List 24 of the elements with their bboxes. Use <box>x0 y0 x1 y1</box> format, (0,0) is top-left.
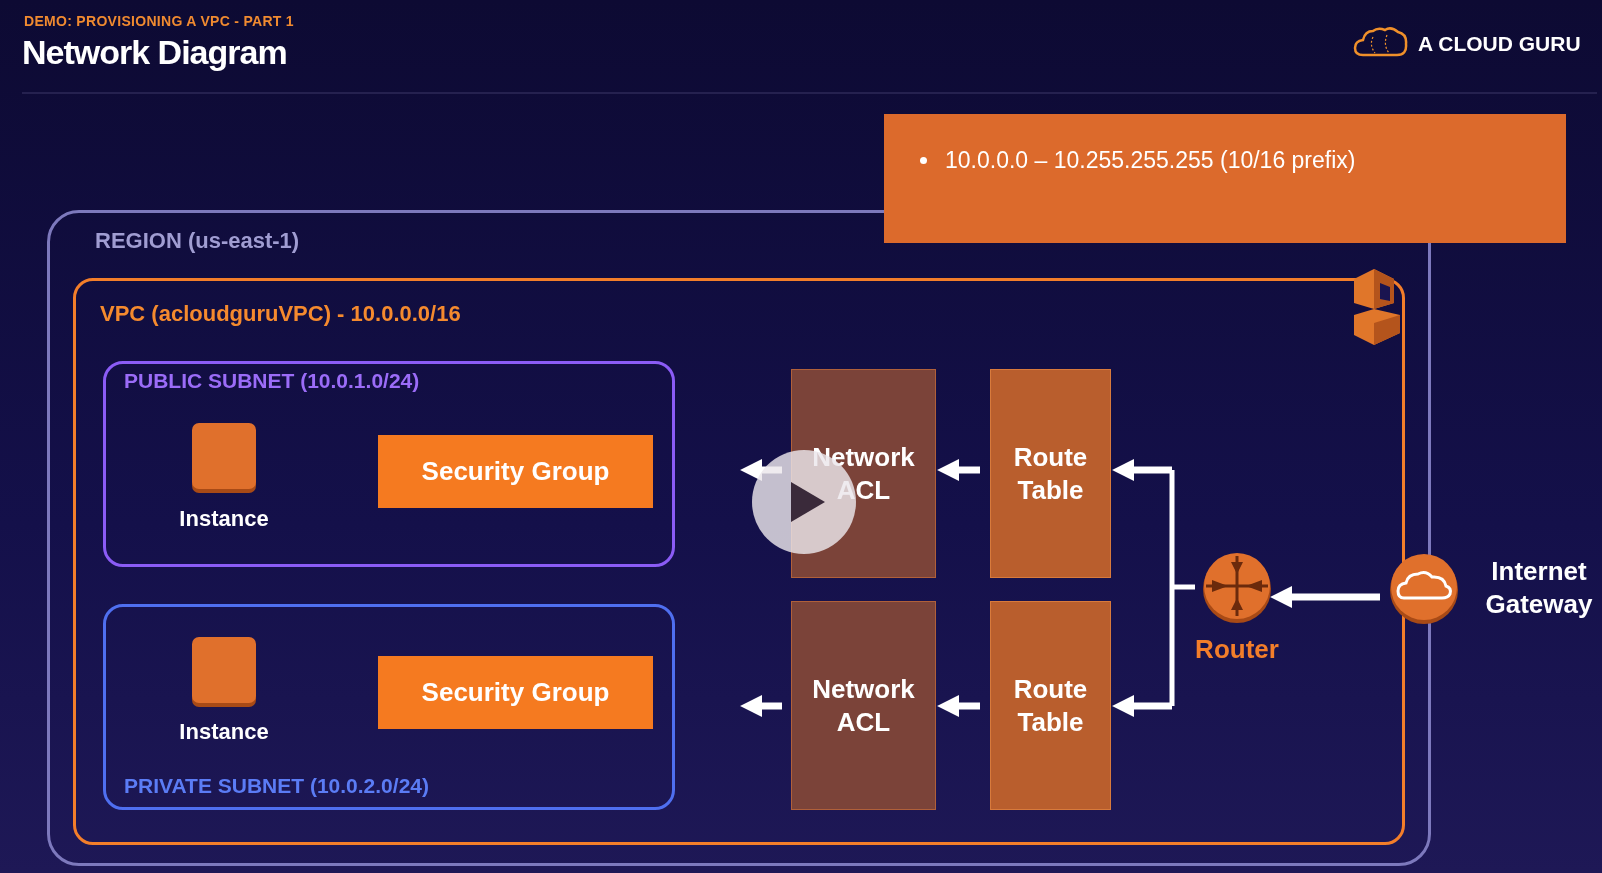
arrow <box>1112 458 1172 482</box>
instance-label: Instance <box>178 719 270 745</box>
subnet-label: PRIVATE SUBNET (10.0.2.0/24) <box>124 774 429 798</box>
security-group-box: Security Group <box>378 435 653 508</box>
route-table-box: Route Table <box>990 369 1111 578</box>
instance-label: Instance <box>178 506 270 532</box>
slide-subtitle: DEMO: PROVISIONING A VPC - PART 1 <box>24 13 294 29</box>
bullet-text: 10.0.0.0 – 10.255.255.255 (10/16 prefix) <box>945 147 1356 174</box>
bullet-dot-icon <box>920 157 927 164</box>
router-icon <box>1203 553 1271 623</box>
subnet-label: PUBLIC SUBNET (10.0.1.0/24) <box>124 369 420 393</box>
cloud-gateway-icon <box>1390 554 1458 624</box>
gateway-label: Internet Gateway <box>1484 555 1594 620</box>
play-icon <box>791 482 825 522</box>
route-table-box: Route Table <box>990 601 1111 810</box>
region-label: REGION (us-east-1) <box>95 228 300 254</box>
vpc-label: VPC (acloudguruVPC) - 10.0.0.0/16 <box>100 301 461 327</box>
security-group-box: Security Group <box>378 656 653 729</box>
slide-title: Network Diagram <box>22 33 287 72</box>
router-label: Router <box>1194 634 1280 665</box>
cloud-logo-icon <box>1353 25 1409 57</box>
arrow <box>1112 694 1172 718</box>
network-acl-box: Network ACL <box>791 601 936 810</box>
brand-name: A CLOUD GURU <box>1418 32 1581 56</box>
